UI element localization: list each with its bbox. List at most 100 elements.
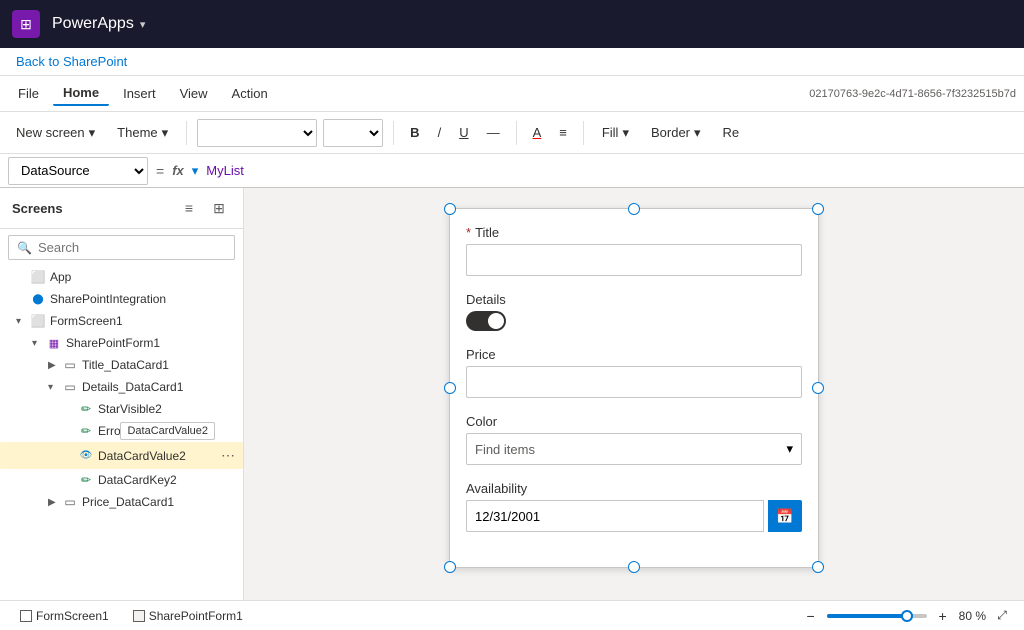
tree-chevron-form-screen: ▾ <box>16 316 30 327</box>
zoom-slider-thumb[interactable] <box>901 610 913 622</box>
sidebar-header: Screens ≡ ⊞ <box>0 188 243 229</box>
tree-chevron-details-card: ▾ <box>48 382 62 393</box>
title-label: * Title <box>466 225 802 240</box>
sp-form-icon: ▦ <box>46 335 62 351</box>
breadcrumb-bar: Back to SharePoint <box>0 48 1024 76</box>
formula-eq-symbol: = <box>156 163 164 179</box>
three-dot-menu[interactable]: ⋯ <box>217 445 239 466</box>
formula-bar: DataSource = fx ▾ MyList <box>0 154 1024 188</box>
tree-item-error-msg[interactable]: ✏ ErrorM DataCardValue2 <box>0 420 243 442</box>
tree-chevron-price-card: ▶ <box>48 497 62 508</box>
canvas-area: * Title Details Price <box>244 188 1024 600</box>
session-id: 02170763-9e2c-4d71-8656-7f3232515b7d <box>809 88 1016 100</box>
sidebar-title: Screens <box>12 201 63 216</box>
handle-bl[interactable] <box>444 561 456 573</box>
zoom-controls: − + 80 % ⤢ <box>801 606 1012 626</box>
handle-top[interactable] <box>628 203 640 215</box>
tree-chevron-title-card: ▶ <box>48 360 62 371</box>
theme-button[interactable]: Theme ▾ <box>109 121 176 145</box>
date-input[interactable] <box>466 500 764 532</box>
handle-br[interactable] <box>812 561 824 573</box>
tree-item-details-card[interactable]: ▾ ▭ Details_DataCard1 <box>0 376 243 398</box>
font-dropdown[interactable] <box>197 119 317 147</box>
formula-value[interactable]: MyList <box>206 163 244 178</box>
search-input[interactable] <box>38 240 226 255</box>
zoom-minus-button[interactable]: − <box>801 606 821 626</box>
tree-item-app[interactable]: ⬜ App <box>0 266 243 288</box>
app-title: PowerApps ▾ <box>52 15 145 33</box>
tree-container: ⬜ App ⬤ SharePointIntegration ▾ ⬜ FormSc… <box>0 266 243 600</box>
tree-item-form-screen[interactable]: ▾ ⬜ FormScreen1 <box>0 310 243 332</box>
size-dropdown[interactable] <box>323 119 383 147</box>
zoom-slider[interactable] <box>827 614 927 618</box>
italic-button[interactable]: / <box>432 121 448 144</box>
error-msg-icon: ✏ <box>78 423 94 439</box>
align-button[interactable]: ≡ <box>553 121 573 144</box>
menu-file[interactable]: File <box>8 82 49 105</box>
tree-item-sharepoint-form[interactable]: ▾ ▦ SharePointForm1 <box>0 332 243 354</box>
handle-tl[interactable] <box>444 203 456 215</box>
calendar-button[interactable]: 📅 <box>768 500 802 532</box>
form-screen-tab[interactable]: FormScreen1 <box>12 607 117 625</box>
toolbar: New screen ▾ Theme ▾ B / U — A ≡ Fill ▾ … <box>0 112 1024 154</box>
calendar-icon: 📅 <box>776 508 793 525</box>
title-form-field: * Title <box>466 225 802 276</box>
border-button[interactable]: Border ▾ <box>643 121 709 145</box>
formula-property-dropdown[interactable]: DataSource <box>8 157 148 185</box>
date-field-container: 📅 <box>466 500 802 532</box>
menu-home[interactable]: Home <box>53 81 109 106</box>
zoom-plus-button[interactable]: + <box>933 606 953 626</box>
app-title-chevron[interactable]: ▾ <box>140 18 146 31</box>
tree-item-datacardkey2[interactable]: ✏ DataCardKey2 <box>0 469 243 491</box>
price-form-field: Price <box>466 347 802 398</box>
toolbar-divider-3 <box>516 121 517 145</box>
menu-insert[interactable]: Insert <box>113 82 166 105</box>
expand-button[interactable]: ⤢ <box>992 606 1012 626</box>
fill-button[interactable]: Fill ▾ <box>594 121 637 145</box>
fx-label: fx <box>172 163 184 178</box>
details-label: Details <box>466 292 802 307</box>
menu-view[interactable]: View <box>170 82 218 105</box>
details-toggle-container <box>466 311 802 331</box>
color-dropdown[interactable]: Find items ▾ <box>466 433 802 465</box>
handle-tr[interactable] <box>812 203 824 215</box>
price-input[interactable] <box>466 366 802 398</box>
price-card-icon: ▭ <box>62 494 78 510</box>
app-icon: ⬜ <box>30 269 46 285</box>
tree-item-title-card[interactable]: ▶ ▭ Title_DataCard1 <box>0 354 243 376</box>
toolbar-divider-4 <box>583 121 584 145</box>
tree-item-price-card[interactable]: ▶ ▭ Price_DataCard1 <box>0 491 243 513</box>
grid-view-button[interactable]: ⊞ <box>207 196 231 220</box>
star-visible-icon: ✏ <box>78 401 94 417</box>
tree-item-star-visible[interactable]: ✏ StarVisible2 <box>0 398 243 420</box>
app-grid-icon[interactable]: ⊞ <box>12 10 40 38</box>
zoom-value: 80 % <box>959 609 986 623</box>
search-icon: 🔍 <box>17 241 32 255</box>
menu-action[interactable]: Action <box>222 82 278 105</box>
toolbar-divider-2 <box>393 121 394 145</box>
bold-button[interactable]: B <box>404 121 425 144</box>
toolbar-divider-1 <box>186 121 187 145</box>
details-card-icon: ▭ <box>62 379 78 395</box>
details-toggle[interactable] <box>466 311 506 331</box>
sidebar: Screens ≡ ⊞ 🔍 ⬜ App ⬤ SharePointIntegrat… <box>0 188 244 600</box>
sharepoint-form-tab[interactable]: SharePointForm1 <box>125 607 251 625</box>
form-screen-tab-icon <box>20 610 32 622</box>
font-color-button[interactable]: A <box>527 121 548 144</box>
underline-button[interactable]: U <box>453 121 474 144</box>
reorder-button[interactable]: Re <box>715 121 748 144</box>
title-input[interactable] <box>466 244 802 276</box>
strikethrough-button[interactable]: — <box>481 121 506 144</box>
handle-left[interactable] <box>444 382 456 394</box>
list-view-button[interactable]: ≡ <box>177 196 201 220</box>
availability-form-field: Availability 📅 <box>466 481 802 532</box>
handle-bottom[interactable] <box>628 561 640 573</box>
tree-item-sharepoint-integration[interactable]: ⬤ SharePointIntegration <box>0 288 243 310</box>
color-form-field: Color Find items ▾ <box>466 414 802 465</box>
new-screen-button[interactable]: New screen ▾ <box>8 121 103 145</box>
breadcrumb-link[interactable]: Back to SharePoint <box>16 54 127 69</box>
handle-right[interactable] <box>812 382 824 394</box>
tree-item-datacardvalue2[interactable]: 👁 DataCardValue2 ⋯ <box>0 442 243 469</box>
phone-frame: * Title Details Price <box>449 208 819 568</box>
price-label: Price <box>466 347 802 362</box>
